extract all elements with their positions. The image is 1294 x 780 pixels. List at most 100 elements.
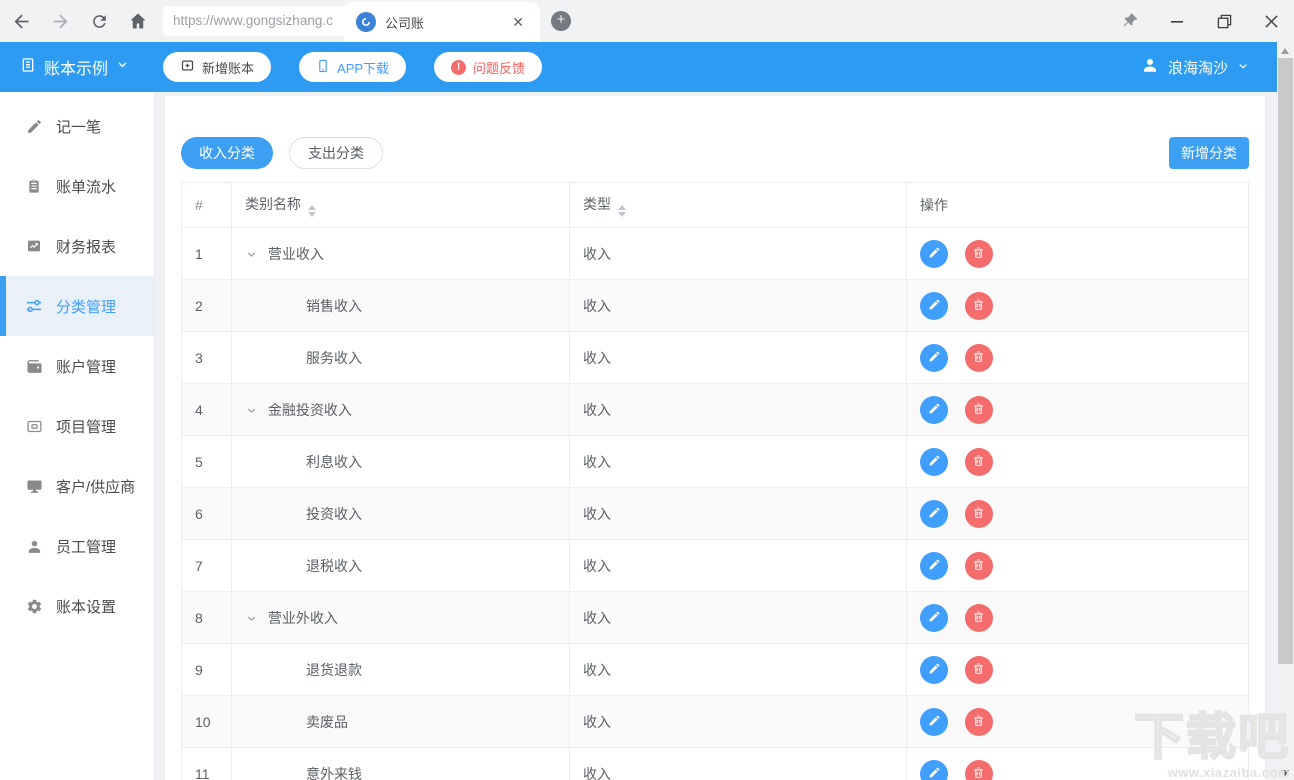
browser-tab[interactable]: 公司账 ✕ — [344, 2, 540, 42]
table-row: 3 服务收入 收入 — [182, 332, 1249, 384]
project-card-icon — [25, 417, 43, 435]
employee-person-icon — [25, 537, 43, 555]
delete-button[interactable] — [965, 760, 993, 780]
delete-button[interactable] — [965, 240, 993, 268]
edit-pencil-icon — [928, 662, 941, 678]
edit-pencil-icon — [928, 506, 941, 522]
table-row: 11 意外来钱 收入 — [182, 748, 1249, 780]
restore-icon[interactable] — [1213, 10, 1235, 32]
sidebar-item-employees[interactable]: 员工管理 — [0, 516, 154, 576]
trash-icon — [972, 558, 985, 574]
edit-button[interactable] — [920, 552, 948, 580]
address-bar[interactable]: https://www.gongsizhang.c — [163, 6, 345, 36]
sidebar-item-categories[interactable]: 分类管理 — [0, 276, 154, 336]
table-row: 6 投资收入 收入 — [182, 488, 1249, 540]
chevron-down-icon[interactable] — [246, 249, 257, 260]
content-card: 收入分类 支出分类 新增分类 # 类别名称 类型 操作 1 营业收入 收入 — [165, 96, 1265, 780]
ledger-selector[interactable]: 账本示例 — [20, 55, 129, 79]
edit-button[interactable] — [920, 448, 948, 476]
sort-icon[interactable] — [308, 205, 316, 217]
exclamation-icon: ! — [451, 60, 466, 75]
add-ledger-button[interactable]: 新增账本 — [163, 52, 271, 82]
customer-monitor-icon — [25, 477, 43, 495]
table-row: 4 金融投资收入 收入 — [182, 384, 1249, 436]
minimize-icon[interactable] — [1166, 10, 1188, 32]
delete-button[interactable] — [965, 500, 993, 528]
sidebar-item-customers[interactable]: 客户/供应商 — [0, 456, 154, 516]
edit-pencil-icon — [928, 402, 941, 418]
sidebar-item-accounts[interactable]: 账户管理 — [0, 336, 154, 396]
browser-toolbar: https://www.gongsizhang.c 公司账 ✕ + — [0, 0, 1294, 42]
sort-icon[interactable] — [618, 205, 626, 217]
tab-income-categories[interactable]: 收入分类 — [181, 137, 273, 169]
edit-pencil-icon — [928, 610, 941, 626]
scrollbar-down-arrow-icon[interactable] — [1281, 770, 1289, 776]
trash-icon — [972, 610, 985, 626]
close-icon[interactable] — [1260, 10, 1282, 32]
edit-button[interactable] — [920, 396, 948, 424]
sidebar-item-reports[interactable]: 财务报表 — [0, 216, 154, 276]
delete-button[interactable] — [965, 292, 993, 320]
edit-button[interactable] — [920, 500, 948, 528]
tab-close-icon[interactable]: ✕ — [508, 12, 528, 33]
sidebar-item-bills[interactable]: 账单流水 — [0, 156, 154, 216]
categories-table: # 类别名称 类型 操作 1 营业收入 收入 — [181, 182, 1249, 780]
table-header-row: # 类别名称 类型 操作 — [182, 183, 1249, 228]
user-menu[interactable]: 浪海淘沙 — [1141, 56, 1249, 78]
ledger-book-icon — [20, 57, 36, 78]
delete-button[interactable] — [965, 344, 993, 372]
edit-pencil-icon — [928, 714, 941, 730]
delete-button[interactable] — [965, 708, 993, 736]
category-sliders-icon — [25, 297, 43, 315]
scrollbar-thumb[interactable] — [1278, 58, 1293, 664]
chevron-down-icon[interactable] — [246, 405, 257, 416]
app-download-button[interactable]: APP下载 — [299, 52, 406, 82]
sidebar-item-record[interactable]: 记一笔 — [0, 96, 154, 156]
table-row: 9 退货退款 收入 — [182, 644, 1249, 696]
sidebar-item-settings[interactable]: 账本设置 — [0, 576, 154, 636]
wallet-icon — [25, 357, 43, 375]
scrollbar[interactable] — [1277, 42, 1294, 780]
home-icon[interactable] — [125, 8, 151, 34]
edit-pencil-icon — [928, 350, 941, 366]
col-actions: 操作 — [907, 183, 1249, 228]
gear-icon — [25, 597, 43, 615]
delete-button[interactable] — [965, 656, 993, 684]
ledger-name: 账本示例 — [44, 55, 108, 79]
pin-icon[interactable] — [1119, 10, 1141, 32]
delete-button[interactable] — [965, 396, 993, 424]
scrollbar-up-arrow-icon[interactable] — [1281, 48, 1289, 54]
edit-pencil-icon — [928, 298, 941, 314]
edit-pencil-icon — [928, 454, 941, 470]
delete-button[interactable] — [965, 448, 993, 476]
table-row: 7 退税收入 收入 — [182, 540, 1249, 592]
trash-icon — [972, 298, 985, 314]
table-row: 8 营业外收入 收入 — [182, 592, 1249, 644]
trash-icon — [972, 506, 985, 522]
delete-button[interactable] — [965, 604, 993, 632]
new-tab-icon[interactable]: + — [551, 11, 571, 31]
edit-button[interactable] — [920, 656, 948, 684]
add-category-button[interactable]: 新增分类 — [1169, 137, 1249, 169]
edit-button[interactable] — [920, 292, 948, 320]
chevron-down-icon[interactable] — [246, 613, 257, 624]
tab-expense-categories[interactable]: 支出分类 — [289, 137, 383, 169]
username: 浪海淘沙 — [1168, 57, 1228, 78]
trash-icon — [972, 350, 985, 366]
back-arrow-icon[interactable] — [8, 8, 34, 34]
feedback-button[interactable]: ! 问题反馈 — [434, 52, 542, 82]
edit-button[interactable] — [920, 344, 948, 372]
refresh-icon[interactable] — [86, 8, 112, 34]
edit-button[interactable] — [920, 604, 948, 632]
forward-arrow-icon[interactable] — [47, 8, 73, 34]
trash-icon — [972, 714, 985, 730]
edit-pencil-icon — [928, 246, 941, 262]
edit-button[interactable] — [920, 760, 948, 780]
report-chart-icon — [25, 237, 43, 255]
delete-button[interactable] — [965, 552, 993, 580]
sidebar-item-projects[interactable]: 项目管理 — [0, 396, 154, 456]
col-index: # — [182, 183, 232, 228]
trash-icon — [972, 662, 985, 678]
edit-button[interactable] — [920, 708, 948, 736]
edit-button[interactable] — [920, 240, 948, 268]
